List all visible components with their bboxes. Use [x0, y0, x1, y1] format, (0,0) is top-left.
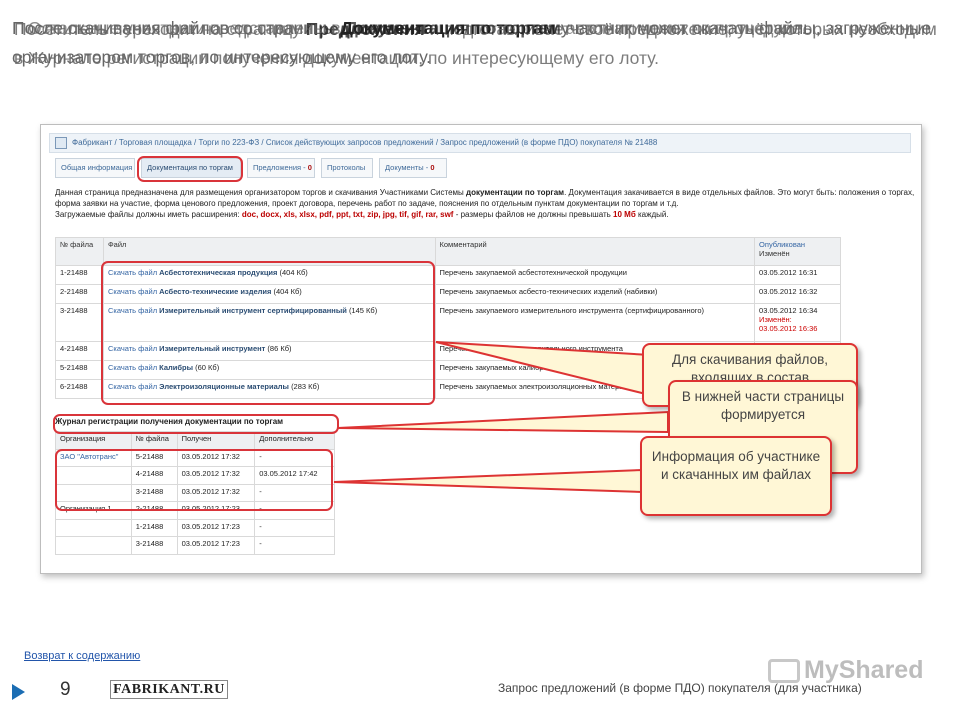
watermark-text: MyShared: [804, 656, 924, 684]
footer-caption: Запрос предложений (в форме ПДО) покупат…: [498, 681, 862, 695]
page-number: 9: [60, 679, 71, 700]
pointer-2: [337, 410, 669, 434]
fabrikant-logo: FABRIKANT.RU: [110, 680, 228, 699]
callout-text: В нижней части страницы формируется: [681, 389, 845, 422]
back-to-contents-link[interactable]: Возврат к содержанию: [24, 650, 140, 662]
watermark-icon: [768, 659, 800, 684]
play-icon[interactable]: [12, 684, 25, 700]
callout-text: Информация об участнике и скачанных им ф…: [651, 449, 821, 482]
pointer-1: [435, 341, 651, 397]
pointer-3: [333, 468, 643, 494]
callout-participant-info: Информация об участнике и скачанных им ф…: [640, 436, 832, 516]
